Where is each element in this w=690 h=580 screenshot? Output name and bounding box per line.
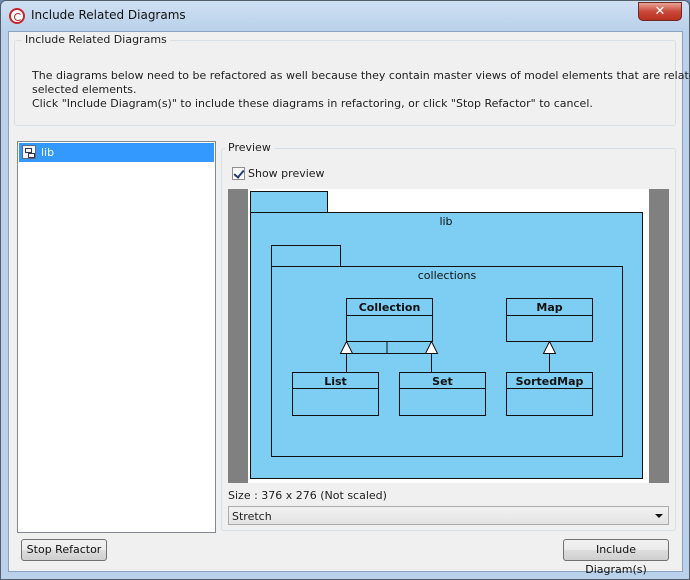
list-item[interactable]: lib (19, 143, 214, 162)
show-preview-checkbox[interactable] (232, 167, 245, 180)
class-sortedmap-name: SortedMap (516, 375, 584, 388)
info-group-title: Include Related Diagrams (22, 33, 170, 46)
include-diagrams-button[interactable]: Include Diagram(s) (563, 539, 669, 576)
preview-size-text: Size : 376 x 276 (Not scaled) (228, 489, 387, 502)
dialog-content: Include Related Diagrams The diagrams be… (8, 31, 690, 576)
scale-mode-value: Stretch (232, 510, 272, 523)
package-lib-name: lib (439, 215, 452, 228)
close-button[interactable]: ✕ (638, 2, 682, 21)
stop-refactor-button[interactable]: Stop Refactor (21, 539, 107, 561)
package-collections (271, 266, 623, 457)
package-collections-name: collections (418, 269, 477, 282)
dialog-window: Include Related Diagrams ✕ Include Relat… (0, 0, 690, 580)
class-collection-name: Collection (359, 301, 421, 314)
class-list-name: List (324, 375, 347, 388)
class-map-name: Map (536, 301, 562, 314)
window-title: Include Related Diagrams (31, 8, 186, 22)
chevron-down-icon (655, 514, 663, 518)
diagram-preview: lib collections Collection Map List Set … (250, 191, 643, 479)
app-logo-icon (9, 8, 25, 24)
diagram-list[interactable]: lib (17, 141, 216, 533)
class-set-name: Set (432, 375, 453, 388)
info-text-line-2: selected elements. (32, 83, 137, 96)
list-item-label: lib (41, 146, 55, 159)
scale-mode-dropdown[interactable]: Stretch (228, 506, 669, 525)
title-bar[interactable]: Include Related Diagrams ✕ (1, 1, 689, 31)
class-diagram-icon (22, 145, 36, 159)
show-preview-label[interactable]: Show preview (248, 167, 325, 180)
preview-group-title: Preview (225, 141, 274, 154)
info-text-line-3: Click "Include Diagram(s)" to include th… (32, 97, 593, 110)
preview-area: lib collections Collection Map List Set … (228, 189, 669, 483)
package-tab (250, 191, 328, 213)
info-text-line-1: The diagrams below need to be refactored… (32, 69, 690, 82)
subpackage-tab (271, 245, 341, 267)
preview-canvas: lib collections Collection Map List Set … (248, 189, 649, 483)
